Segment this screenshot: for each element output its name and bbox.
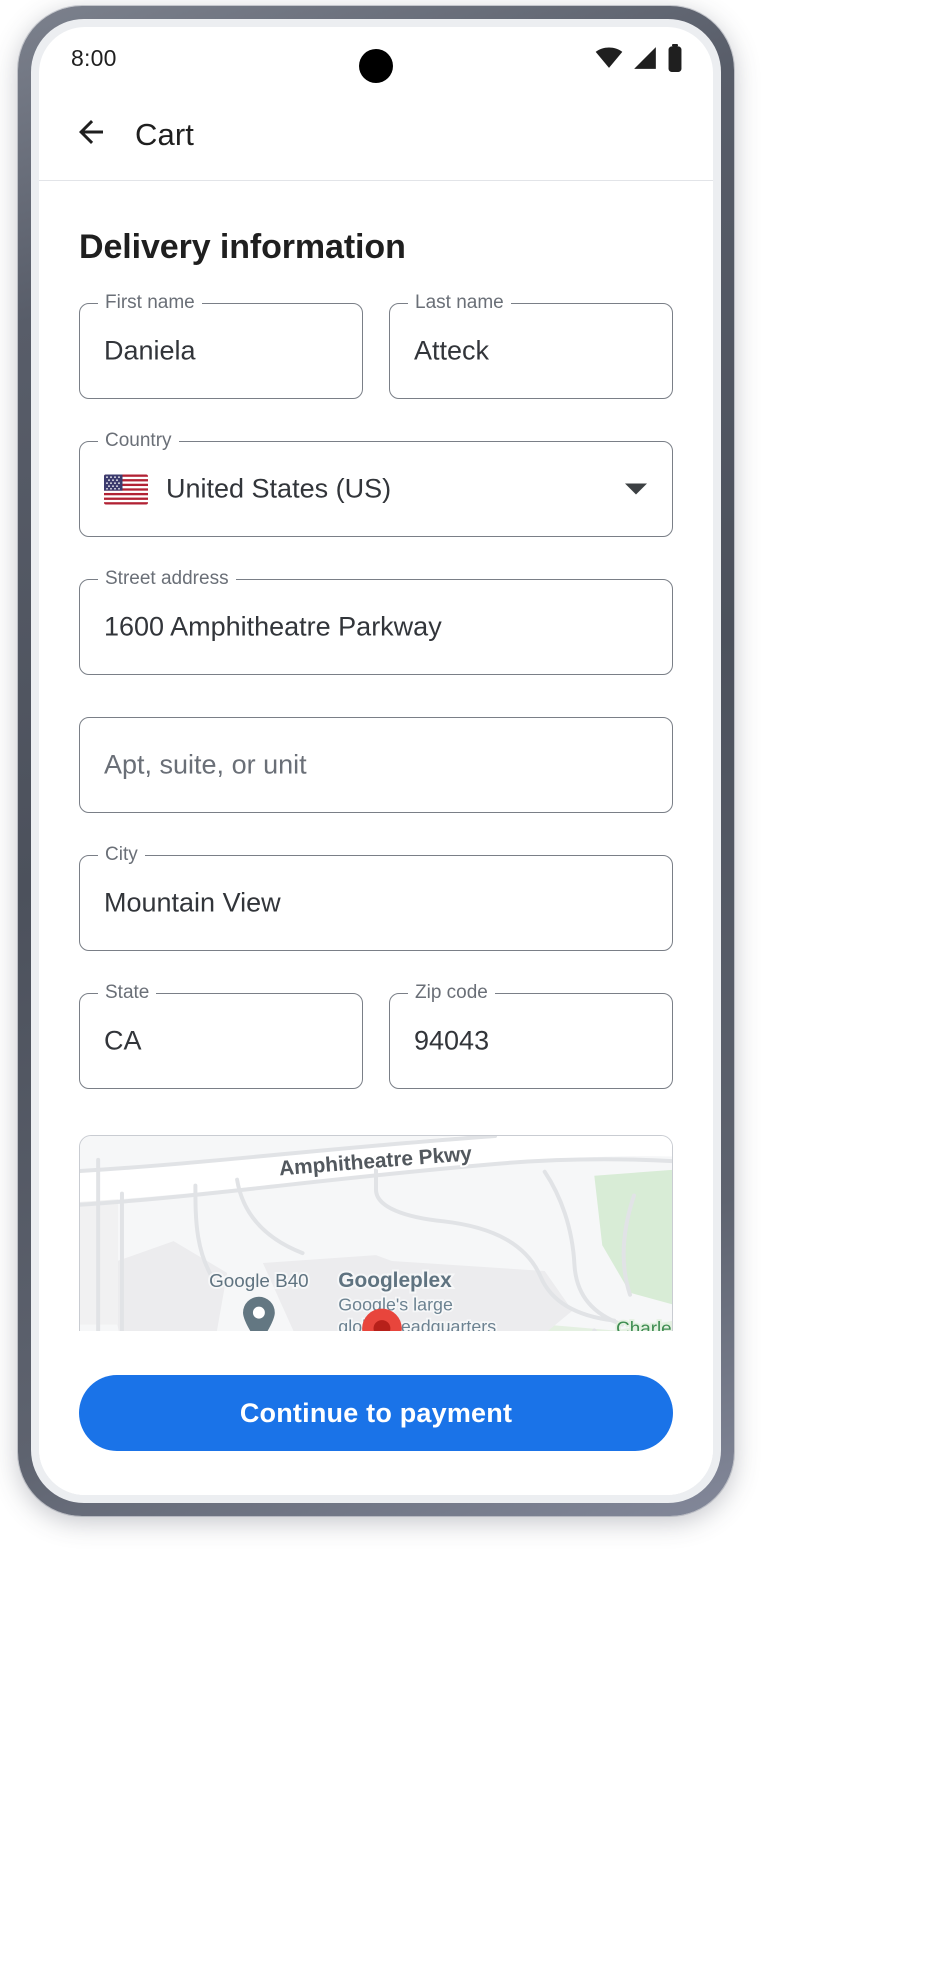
apt-suite-unit-field[interactable]: Apt, suite, or unit	[79, 717, 673, 813]
street-address-field[interactable]: Street address 1600 Amphitheatre Parkway	[79, 568, 673, 675]
city-field[interactable]: City Mountain View	[79, 844, 673, 951]
us-flag-icon	[104, 474, 148, 504]
phone-bezel: 8:00 Cart Delivery information First nam…	[31, 19, 721, 1503]
battery-icon	[667, 44, 683, 72]
wifi-icon	[595, 44, 623, 72]
street-address-label: Street address	[98, 568, 236, 590]
cellular-signal-icon	[632, 45, 658, 71]
name-field-row: First name Daniela Last name Atteck	[79, 292, 673, 441]
back-button[interactable]	[63, 107, 119, 163]
state-field[interactable]: State CA	[79, 982, 363, 1089]
state-value: CA	[104, 1025, 142, 1056]
state-label: State	[98, 982, 157, 1004]
map-poi-googleplex-title: Googleplex	[338, 1269, 452, 1292]
first-name-field[interactable]: First name Daniela	[79, 292, 363, 399]
last-name-label: Last name	[408, 292, 511, 314]
country-value: United States (US)	[166, 473, 392, 504]
zip-code-value: 94043	[414, 1025, 490, 1056]
zip-code-label: Zip code	[408, 982, 495, 1004]
screenshot-stage: 8:00 Cart Delivery information First nam…	[0, 0, 952, 1974]
city-value: Mountain View	[104, 887, 281, 918]
status-time: 8:00	[71, 44, 117, 71]
front-camera-punch-hole	[359, 49, 393, 83]
map-poi-b40-label: Google B40	[209, 1270, 309, 1291]
app-bar: Cart	[39, 89, 713, 181]
page-title: Cart	[135, 116, 194, 152]
status-bar: 8:00	[39, 27, 713, 89]
bottom-action-bar: Continue to payment	[39, 1331, 713, 1495]
section-title: Delivery information	[79, 228, 406, 266]
delivery-form-scroll-area[interactable]: Delivery information First name Daniela …	[39, 182, 713, 1495]
continue-to-payment-button[interactable]: Continue to payment	[79, 1375, 673, 1451]
chevron-down-icon[interactable]	[625, 483, 647, 495]
first-name-value: Daniela	[104, 335, 196, 366]
city-label: City	[98, 844, 145, 866]
country-value-wrap: United States (US)	[104, 474, 603, 505]
status-icons	[595, 44, 683, 72]
apt-suite-unit-placeholder: Apt, suite, or unit	[104, 749, 307, 780]
country-label: Country	[98, 430, 179, 452]
country-select-field[interactable]: Country United States (US)	[79, 430, 673, 537]
last-name-field[interactable]: Last name Atteck	[389, 292, 673, 399]
map-poi-googleplex-line1: Google's large	[338, 1295, 453, 1315]
phone-frame: 8:00 Cart Delivery information First nam…	[18, 6, 734, 1516]
first-name-label: First name	[98, 292, 202, 314]
last-name-value: Atteck	[414, 335, 490, 366]
state-zip-field-row: State CA Zip code 94043	[79, 982, 673, 1131]
arrow-left-icon	[73, 114, 109, 155]
street-address-value: 1600 Amphitheatre Parkway	[104, 611, 442, 642]
phone-screen: 8:00 Cart Delivery information First nam…	[39, 27, 713, 1495]
zip-code-field[interactable]: Zip code 94043	[389, 982, 673, 1089]
